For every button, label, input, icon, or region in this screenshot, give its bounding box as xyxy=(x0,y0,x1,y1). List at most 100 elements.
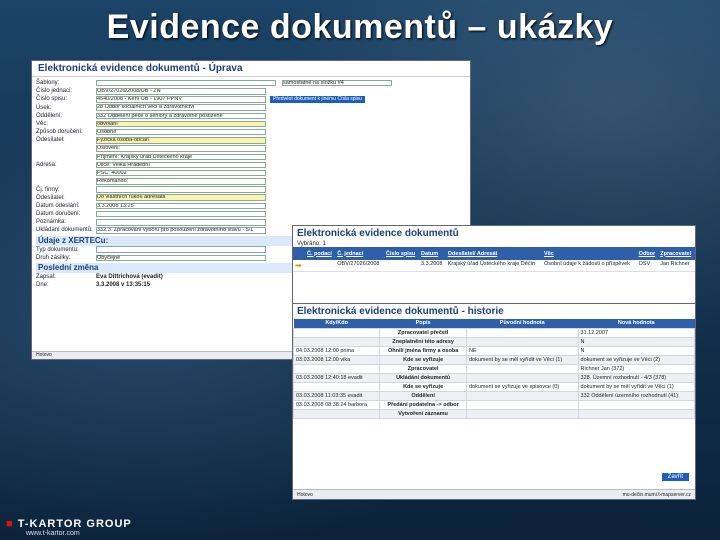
form-field[interactable]: Rekomando: xyxy=(96,178,266,185)
close-button[interactable]: Zavřít xyxy=(661,473,689,481)
history-cell xyxy=(465,390,579,401)
history-cell: Richner Jan (372) xyxy=(577,363,695,374)
form-row: Příjmení: Krajský úřad Ústeckého kraje xyxy=(36,153,466,161)
history-cell: Zpracovatel xyxy=(379,363,467,374)
column-header[interactable]: Odesílatel/ Adresát xyxy=(445,247,542,260)
history-cell: Ohnilí jména firmy a osoba xyxy=(379,345,467,356)
form-row-label: Odesílatel: xyxy=(36,137,65,144)
form-row-label: Způsob doručení: xyxy=(36,129,83,136)
column-header[interactable]: Odbor xyxy=(636,247,659,260)
history-cell xyxy=(293,336,381,347)
table-cell xyxy=(305,260,336,272)
form-field[interactable]: Fyzická osoba-občan xyxy=(96,137,266,144)
form-row: Šablony: samostatné na složku #4 xyxy=(36,79,466,87)
company-logo: ■ T-KARTOR GROUP xyxy=(6,518,132,530)
history-cell: 03.03.2008 11:03:35 evadit xyxy=(293,390,381,401)
form-field[interactable]: Do vlastních rukou adresáta xyxy=(96,194,266,201)
history-cell: 31.12.2007 xyxy=(577,327,695,338)
history-cell: 03.03.2008 12:00 vika xyxy=(293,354,381,365)
column-header: Kdy/Kdo xyxy=(293,319,380,328)
form-field[interactable]: Oslovení: xyxy=(96,145,266,152)
form-row-label: Šablony: xyxy=(36,80,60,87)
website-url: www.t-kartor.com xyxy=(26,530,80,537)
history-cell: Oddělení xyxy=(379,390,467,401)
column-header[interactable]: Zpracovatel xyxy=(658,247,695,260)
history-cell: dokument by se měl vyřídit ve Věci (1) xyxy=(577,381,695,392)
status-right: mu-dečin.mumi.t-mapserver.cz xyxy=(622,492,691,498)
arrow-icon: ➡ xyxy=(293,260,305,272)
history-cell: dokument se vyřizuje ve Věci (2) xyxy=(577,354,695,365)
column-header[interactable]: Č. jednací xyxy=(335,247,384,260)
history-cell: Ukládání dokumentů xyxy=(379,372,467,383)
form-field[interactable] xyxy=(96,219,266,226)
history-cell xyxy=(465,327,579,338)
history-cell xyxy=(293,363,381,374)
form-row: Čj. firmy: xyxy=(36,185,466,193)
form-row-label: Ukládaní dokumentů: xyxy=(36,227,93,234)
form-field[interactable]: 332.3. Zpracování výboru pro posouzení z… xyxy=(96,227,266,234)
form-field[interactable]: PSČ: 40002 xyxy=(96,169,266,177)
history-cell: dokument se vyřizuje ve spisovce (0) xyxy=(465,381,579,392)
form-row-label: Číslo spisu: xyxy=(36,96,68,103)
history-cell xyxy=(293,327,381,338)
form-field[interactable] xyxy=(96,186,266,193)
form-field[interactable]: Ulice: Velká Hradební xyxy=(96,161,266,169)
form-field[interactable] xyxy=(96,246,266,253)
history-cell xyxy=(577,408,695,419)
form-field[interactable]: 332 Oddělení péče o seniory a zdravotně … xyxy=(96,112,266,120)
history-cell: Kde se vyřizuje xyxy=(379,381,467,392)
history-row: 04.03.2008 12:00 prima Ohnilí jména firmy… xyxy=(293,345,695,356)
form-row-label: Typ dokumentu: xyxy=(36,246,79,253)
form-row-label: Číslo jednací: xyxy=(36,88,73,95)
form-field[interactable]: Příjmení: Krajský úřad Ústeckého kraje xyxy=(96,153,266,161)
form-row-label: Druh zásilky: xyxy=(36,254,71,261)
form-row-label: Čj. firmy: xyxy=(36,186,60,193)
table-row[interactable]: ➡ OBV/27026/2008 3.3.2008 Krajský úřad Úste… xyxy=(293,260,695,272)
column-header: Popis xyxy=(379,319,467,328)
form-row-label: Datum doručení: xyxy=(36,211,81,218)
form-field[interactable]: Obyčejné xyxy=(96,254,266,262)
form-field[interactable]: odvolání xyxy=(96,120,266,128)
history-cell: Zneplatnění této adresy xyxy=(379,336,467,347)
history-window: Elektronická evidence dokumentů - histor… xyxy=(292,303,696,500)
column-header[interactable]: Věc xyxy=(542,247,637,260)
history-row: Vytvoření záznamu xyxy=(293,408,695,419)
form-row: Datum doručení: xyxy=(36,210,466,218)
slide-title: Evidence dokumentů – ukázky xyxy=(106,8,614,46)
form-value: Eva Dittrichová (evadit) xyxy=(96,274,163,281)
history-cell: dokument by se měl vyřídit ve Věci (1) xyxy=(465,354,579,365)
form-row: Oddělení: 332 Oddělení péče o seniory a z… xyxy=(36,112,466,120)
form-row-label: Adresa: xyxy=(36,161,57,168)
table-cell: OBV/27026/2008 xyxy=(335,260,384,272)
form-row-label: Poznámka: xyxy=(36,219,67,226)
form-field[interactable]: OBV/27026/2008/UB - ZN xyxy=(96,88,266,95)
form-field[interactable]: Osobně xyxy=(96,128,266,136)
form-field[interactable] xyxy=(96,79,276,87)
template-select[interactable]: samostatné na složku #4 xyxy=(282,79,392,87)
list-title: Elektronická evidence dokumentů xyxy=(297,228,459,239)
move-document-button[interactable]: Předvést dokument k jinému Čísla spisu xyxy=(270,95,365,103)
history-row: Kde se vyřizuje dokument se vyřizuje ve s… xyxy=(293,381,695,392)
column-header[interactable]: Č. podací xyxy=(305,247,336,260)
history-cell: Předání podatelna -> odbor xyxy=(379,399,467,410)
history-row: 03.03.2008 12:40:18 evadit Ukládání dokum… xyxy=(293,372,695,383)
form-field[interactable]: 3.3.2008 13:25 xyxy=(96,202,266,210)
form-field[interactable]: 4540/2008 - Kéní UB - 1907 PPNV xyxy=(96,96,266,103)
form-field[interactable] xyxy=(96,210,266,218)
table-cell xyxy=(383,260,419,272)
table-cell: OSV xyxy=(636,260,659,272)
column-header: Původní hodnota xyxy=(466,319,579,328)
table-cell: Krajský úřad Ústeckého kraje Děčín xyxy=(445,260,542,272)
form-row-label: Zapsal: xyxy=(36,274,56,281)
form-field[interactable]: 28 Odbor sociálních věcí a zdravotnictví xyxy=(96,104,266,111)
history-cell xyxy=(293,381,381,392)
form-row-label: Odesílatel: xyxy=(36,194,65,201)
form-row-label: Věc: xyxy=(36,121,49,128)
column-header[interactable]: Číslo spisu xyxy=(383,247,419,260)
history-status-bar: Hotovo mu-dečin.mumi.t-mapserver.cz xyxy=(293,489,695,499)
history-cell: N xyxy=(577,336,695,347)
form-row: Číslo jednací: OBV/27026/2008/UB - ZN xyxy=(36,87,466,95)
history-cell: Zpracovatel přečetl xyxy=(379,327,467,338)
history-row: 03.03.2008 12:00 vika Kde se vyřizuje doku… xyxy=(293,354,695,365)
column-header[interactable]: Datum xyxy=(419,247,446,260)
